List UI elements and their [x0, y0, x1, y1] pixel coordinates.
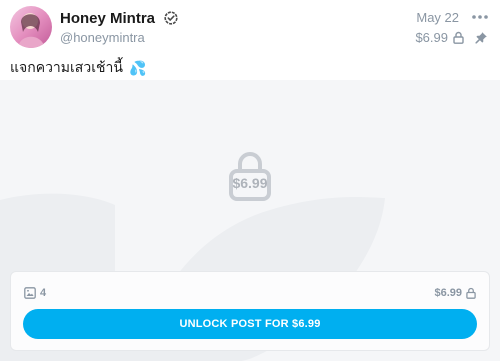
- locked-price: $6.99: [232, 175, 268, 191]
- author-name-text[interactable]: Honey Mintra: [60, 10, 155, 27]
- avatar[interactable]: [10, 6, 52, 48]
- lock-icon: [453, 31, 464, 44]
- post-text-content: แจกความเสวเช้านี้: [10, 59, 123, 75]
- pin-icon[interactable]: [474, 31, 488, 45]
- header-price: $6.99: [415, 30, 464, 45]
- lock-icon: [466, 287, 476, 299]
- sweat-droplets-emoji: 💦: [128, 59, 147, 76]
- panel-price-text: $6.99: [434, 287, 462, 299]
- verified-icon: [164, 11, 178, 25]
- media-count: 4: [24, 287, 46, 299]
- image-icon: [24, 287, 36, 299]
- panel-price: $6.99: [434, 287, 476, 299]
- author-name[interactable]: Honey Mintra: [60, 10, 178, 27]
- post-header: Honey Mintra @honeymintra May 22 $6.99: [10, 6, 490, 50]
- unlock-post-button[interactable]: UNLOCK POST FOR $6.99: [23, 309, 477, 339]
- post-text: แจกความเสวเช้านี้ 💦: [10, 57, 146, 79]
- more-icon[interactable]: [470, 9, 490, 25]
- unlock-panel: 4 $6.99 UNLOCK POST FOR $6.99: [10, 271, 490, 351]
- header-price-text: $6.99: [415, 30, 448, 45]
- avatar-image: [10, 6, 52, 48]
- post-date: May 22: [416, 10, 459, 25]
- media-count-value: 4: [40, 287, 47, 299]
- author-handle[interactable]: @honeymintra: [60, 30, 145, 45]
